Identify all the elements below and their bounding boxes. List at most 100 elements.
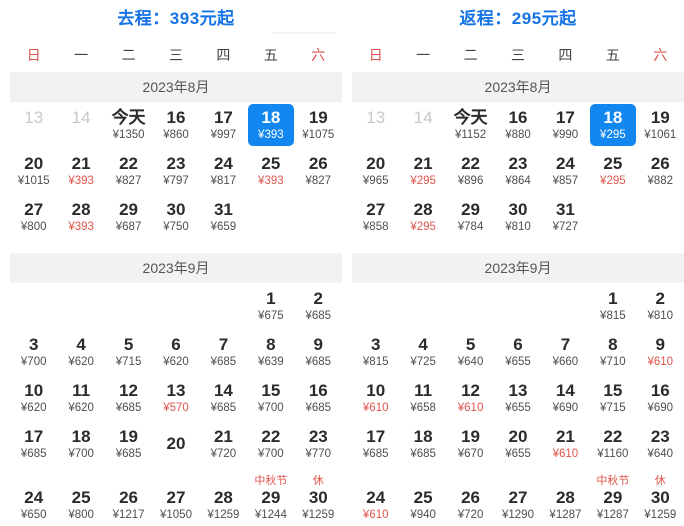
day-cell[interactable]: 20¥655	[494, 421, 541, 467]
day-cell[interactable]: 2¥685	[295, 283, 342, 329]
day-cell[interactable]: 28¥1287	[542, 471, 589, 526]
day-cell[interactable]: 19¥1061	[637, 102, 684, 148]
day-cell[interactable]: 5¥715	[105, 329, 152, 375]
day-cell[interactable]: 20¥1015	[10, 148, 57, 194]
day-cell[interactable]: 27¥800	[10, 194, 57, 240]
day-cell[interactable]: 23¥770	[295, 421, 342, 467]
day-cell[interactable]: 3¥700	[10, 329, 57, 375]
day-cell[interactable]: 30¥750	[152, 194, 199, 240]
day-price: ¥610	[553, 447, 579, 461]
day-cell[interactable]: 25¥800	[57, 471, 104, 526]
day-cell[interactable]: 25¥295	[589, 148, 636, 194]
day-cell[interactable]: 7¥660	[542, 329, 589, 375]
day-cell[interactable]: 1¥815	[589, 283, 636, 329]
day-cell[interactable]: 26¥720	[447, 471, 494, 526]
day-cell[interactable]: 8¥710	[589, 329, 636, 375]
day-cell[interactable]: 22¥827	[105, 148, 152, 194]
day-cell[interactable]: 今天¥1350	[105, 102, 152, 148]
day-cell[interactable]: 6¥655	[494, 329, 541, 375]
day-cell[interactable]: 20¥965	[352, 148, 399, 194]
day-cell[interactable]: 28¥295	[399, 194, 446, 240]
day-cell[interactable]: 15¥715	[589, 375, 636, 421]
day-cell[interactable]: 19¥1075	[295, 102, 342, 148]
day-cell[interactable]: 23¥640	[637, 421, 684, 467]
day-cell[interactable]: 16¥690	[637, 375, 684, 421]
day-cell[interactable]: 17¥685	[10, 421, 57, 467]
day-cell[interactable]: 17¥990	[542, 102, 589, 148]
selected-day-cell[interactable]: 18¥393	[248, 104, 293, 146]
day-cell[interactable]: 29¥784	[447, 194, 494, 240]
day-cell[interactable]: 27¥858	[352, 194, 399, 240]
day-cell[interactable]: 15¥700	[247, 375, 294, 421]
day-cell[interactable]: 21¥295	[399, 148, 446, 194]
day-cell[interactable]: 19¥685	[105, 421, 152, 467]
day-cell[interactable]: 23¥864	[494, 148, 541, 194]
day-price: ¥827	[116, 174, 142, 188]
day-cell[interactable]: 休30¥1259	[295, 471, 342, 526]
day-cell[interactable]: 4¥620	[57, 329, 104, 375]
day-cell[interactable]: 中秋节29¥1287	[589, 471, 636, 526]
day-cell[interactable]: 25¥393	[247, 148, 294, 194]
day-cell[interactable]: 1¥675	[247, 283, 294, 329]
day-cell[interactable]: 14¥690	[542, 375, 589, 421]
day-cell[interactable]: 11¥658	[399, 375, 446, 421]
day-price: ¥997	[211, 128, 237, 142]
day-cell[interactable]: 12¥685	[105, 375, 152, 421]
day-cell[interactable]: 28¥393	[57, 194, 104, 240]
depart-calendar: 去程：393元起 日一二三四五六 2023年8月1314今天¥135016¥86…	[10, 0, 342, 526]
day-cell[interactable]: 休30¥1259	[637, 471, 684, 526]
day-cell[interactable]: 今天¥1152	[447, 102, 494, 148]
day-cell[interactable]: 26¥1217	[105, 471, 152, 526]
day-cell[interactable]: 5¥640	[447, 329, 494, 375]
day-price: ¥815	[600, 309, 626, 323]
day-cell[interactable]: 2¥810	[637, 283, 684, 329]
day-cell[interactable]: 17¥685	[352, 421, 399, 467]
day-cell[interactable]: 中秋节29¥1244	[247, 471, 294, 526]
day-cell[interactable]: 12¥610	[447, 375, 494, 421]
day-cell[interactable]: 9¥685	[295, 329, 342, 375]
day-cell[interactable]: 9¥610	[637, 329, 684, 375]
day-cell[interactable]: 20	[152, 421, 199, 467]
day-cell[interactable]: 22¥1160	[589, 421, 636, 467]
day-cell[interactable]: 21¥720	[200, 421, 247, 467]
day-cell[interactable]: 24¥857	[542, 148, 589, 194]
day-cell[interactable]: 24¥610	[352, 471, 399, 526]
day-cell[interactable]: 24¥817	[200, 148, 247, 194]
day-cell[interactable]: 16¥685	[295, 375, 342, 421]
day-cell[interactable]: 4¥725	[399, 329, 446, 375]
day-cell[interactable]: 25¥940	[399, 471, 446, 526]
day-price: ¥864	[505, 174, 531, 188]
day-cell[interactable]: 18¥685	[399, 421, 446, 467]
day-cell[interactable]: 27¥1290	[494, 471, 541, 526]
day-cell[interactable]: 3¥815	[352, 329, 399, 375]
day-cell[interactable]: 19¥670	[447, 421, 494, 467]
day-cell[interactable]: 22¥700	[247, 421, 294, 467]
day-cell[interactable]: 10¥620	[10, 375, 57, 421]
selected-day-cell[interactable]: 18¥295	[590, 104, 635, 146]
day-cell[interactable]: 27¥1050	[152, 471, 199, 526]
day-cell[interactable]: 30¥810	[494, 194, 541, 240]
day-cell[interactable]: 18¥700	[57, 421, 104, 467]
day-cell[interactable]: 16¥860	[152, 102, 199, 148]
day-cell[interactable]: 7¥685	[200, 329, 247, 375]
day-cell[interactable]: 31¥659	[200, 194, 247, 240]
day-cell[interactable]: 13¥570	[152, 375, 199, 421]
day-cell[interactable]: 8¥639	[247, 329, 294, 375]
day-cell[interactable]: 28¥1259	[200, 471, 247, 526]
day-cell[interactable]: 23¥797	[152, 148, 199, 194]
day-cell[interactable]: 14¥685	[200, 375, 247, 421]
day-cell[interactable]: 13¥655	[494, 375, 541, 421]
day-cell[interactable]: 21¥610	[542, 421, 589, 467]
day-cell[interactable]: 29¥687	[105, 194, 152, 240]
day-cell[interactable]: 16¥880	[494, 102, 541, 148]
day-cell[interactable]: 11¥620	[57, 375, 104, 421]
day-cell[interactable]: 31¥727	[542, 194, 589, 240]
day-cell[interactable]: 17¥997	[200, 102, 247, 148]
day-cell[interactable]: 22¥896	[447, 148, 494, 194]
day-cell[interactable]: 10¥610	[352, 375, 399, 421]
day-cell[interactable]: 26¥882	[637, 148, 684, 194]
day-cell[interactable]: 26¥827	[295, 148, 342, 194]
day-cell[interactable]: 21¥393	[57, 148, 104, 194]
day-cell[interactable]: 6¥620	[152, 329, 199, 375]
day-cell[interactable]: 24¥650	[10, 471, 57, 526]
